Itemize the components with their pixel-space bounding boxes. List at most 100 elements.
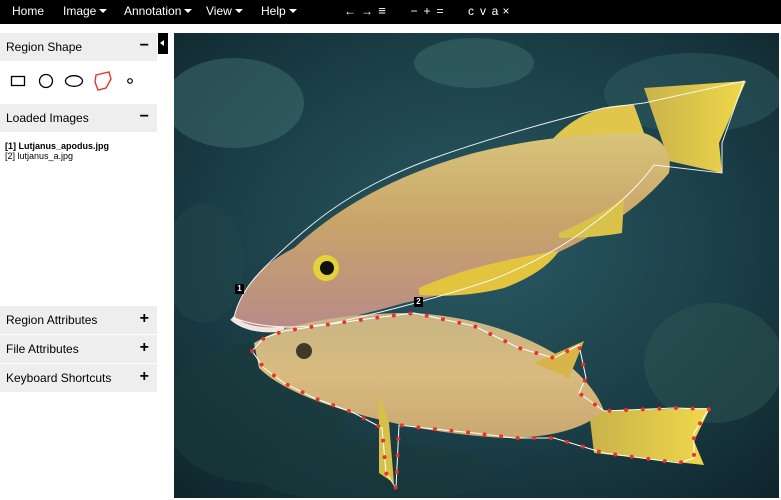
circle-icon[interactable]: [38, 72, 54, 90]
ellipse-icon[interactable]: [64, 74, 84, 88]
polygon-vertex[interactable]: [346, 409, 351, 414]
image-list-item[interactable]: [1] Lutjanus_apodus.jpg: [5, 141, 109, 151]
polygon-vertex[interactable]: [375, 315, 380, 320]
polygon-vertex[interactable]: [309, 324, 314, 329]
polygon-vertex[interactable]: [271, 373, 276, 378]
polygon-vertex[interactable]: [331, 403, 336, 408]
polygon-vertex[interactable]: [662, 459, 667, 464]
polygon-vertex[interactable]: [657, 406, 662, 411]
image-canvas[interactable]: 1 2: [174, 33, 779, 498]
polygon-vertex[interactable]: [424, 313, 429, 318]
polygon-vertex[interactable]: [698, 421, 703, 426]
prev-image-button[interactable]: ←: [344, 0, 356, 24]
polygon-vertex[interactable]: [532, 436, 537, 440]
polygon-vertex[interactable]: [315, 397, 320, 402]
polygon-vertex[interactable]: [250, 349, 254, 353]
polygon-vertex[interactable]: [376, 424, 381, 429]
polygon-vertex[interactable]: [580, 444, 585, 449]
polygon-vertex[interactable]: [292, 327, 297, 332]
polygon-vertex[interactable]: [582, 378, 587, 383]
polygon-vertex[interactable]: [624, 408, 629, 413]
menu-annotation[interactable]: Annotation: [124, 0, 193, 24]
polygon-vertex[interactable]: [395, 453, 400, 458]
polygon-vertex[interactable]: [499, 434, 504, 439]
image-list-item[interactable]: [2] lutjanus_a.jpg: [5, 151, 109, 161]
polygon-vertex[interactable]: [548, 436, 553, 440]
menu-view[interactable]: View: [206, 0, 243, 24]
paste-region-button[interactable]: v: [478, 0, 488, 24]
polygon-vertex[interactable]: [706, 407, 711, 412]
region-shape-header[interactable]: Region Shape −: [0, 33, 157, 61]
polygon-vertex[interactable]: [565, 349, 570, 354]
polygon-vertex[interactable]: [579, 392, 584, 397]
polygon-vertex[interactable]: [393, 485, 398, 490]
polygon-vertex[interactable]: [408, 311, 413, 316]
polygon-vertex[interactable]: [399, 423, 404, 428]
rectangle-icon[interactable]: [10, 74, 26, 88]
polygon-vertex[interactable]: [565, 439, 570, 444]
polygon-vertex[interactable]: [613, 452, 618, 457]
polygon-vertex[interactable]: [361, 416, 366, 421]
polygon-vertex[interactable]: [259, 362, 264, 367]
polygon-vertex[interactable]: [396, 436, 401, 441]
polygon-vertex[interactable]: [488, 331, 493, 336]
polygon-vertex[interactable]: [391, 313, 396, 318]
polygon-vertex[interactable]: [577, 346, 582, 351]
polygon-vertex[interactable]: [440, 317, 445, 322]
point-icon[interactable]: [126, 77, 134, 85]
copy-region-button[interactable]: c: [466, 0, 476, 24]
polygon-vertex[interactable]: [646, 456, 651, 461]
polygon-vertex[interactable]: [285, 382, 290, 387]
polygon-vertex[interactable]: [640, 407, 645, 412]
menu-image[interactable]: Image: [63, 0, 108, 24]
menu-help[interactable]: Help: [261, 0, 297, 24]
polygon-vertex[interactable]: [596, 449, 601, 454]
polygon-vertex[interactable]: [449, 428, 454, 433]
polygon-vertex[interactable]: [692, 452, 696, 457]
polygon-vertex[interactable]: [276, 330, 281, 335]
delete-region-button[interactable]: ×: [501, 0, 511, 24]
region-attributes-header[interactable]: Region Attributes +: [0, 306, 157, 334]
polygon-vertex[interactable]: [416, 425, 421, 430]
polygon-vertex[interactable]: [358, 317, 363, 322]
polygon-vertex[interactable]: [550, 355, 555, 360]
polygon-vertex[interactable]: [473, 324, 478, 329]
polygon-vertex[interactable]: [342, 320, 347, 325]
collapse-panel-button[interactable]: [158, 33, 168, 54]
loaded-images-header[interactable]: Loaded Images −: [0, 104, 157, 132]
select-all-button[interactable]: a: [490, 0, 500, 24]
polygon-vertex[interactable]: [384, 471, 389, 476]
polygon-vertex[interactable]: [518, 346, 523, 351]
polygon-vertex[interactable]: [482, 432, 487, 437]
polygon-vertex[interactable]: [325, 322, 330, 327]
polygon-vertex[interactable]: [300, 390, 305, 395]
polygon-vertex[interactable]: [515, 436, 520, 440]
polygon-vertex[interactable]: [382, 455, 387, 460]
polygon-vertex[interactable]: [432, 427, 437, 432]
polygon-vertex[interactable]: [457, 320, 462, 325]
polygon-vertex[interactable]: [592, 402, 597, 407]
polygon-icon[interactable]: [93, 70, 113, 92]
keyboard-shortcuts-header[interactable]: Keyboard Shortcuts +: [0, 364, 157, 392]
polygon-vertex[interactable]: [581, 362, 586, 367]
menu-home[interactable]: Home: [12, 0, 44, 24]
image-list-button[interactable]: ≡: [376, 0, 388, 24]
polygon-vertex[interactable]: [692, 436, 696, 441]
next-image-button[interactable]: →: [361, 0, 373, 24]
polygon-vertex[interactable]: [629, 454, 634, 459]
polygon-vertex[interactable]: [466, 430, 471, 435]
polygon-vertex[interactable]: [679, 460, 684, 465]
zoom-in-button[interactable]: +: [422, 0, 432, 24]
region-shape-title: Region Shape: [6, 40, 83, 54]
polygon-vertex[interactable]: [381, 438, 386, 443]
polygon-vertex[interactable]: [394, 470, 399, 475]
zoom-out-button[interactable]: −: [409, 0, 419, 24]
file-attributes-header[interactable]: File Attributes +: [0, 335, 157, 363]
polygon-vertex[interactable]: [607, 408, 612, 413]
polygon-vertex[interactable]: [503, 339, 508, 344]
polygon-vertex[interactable]: [690, 406, 695, 411]
polygon-vertex[interactable]: [261, 336, 266, 341]
zoom-reset-button[interactable]: =: [435, 0, 445, 24]
polygon-vertex[interactable]: [534, 350, 539, 355]
polygon-vertex[interactable]: [674, 406, 679, 411]
